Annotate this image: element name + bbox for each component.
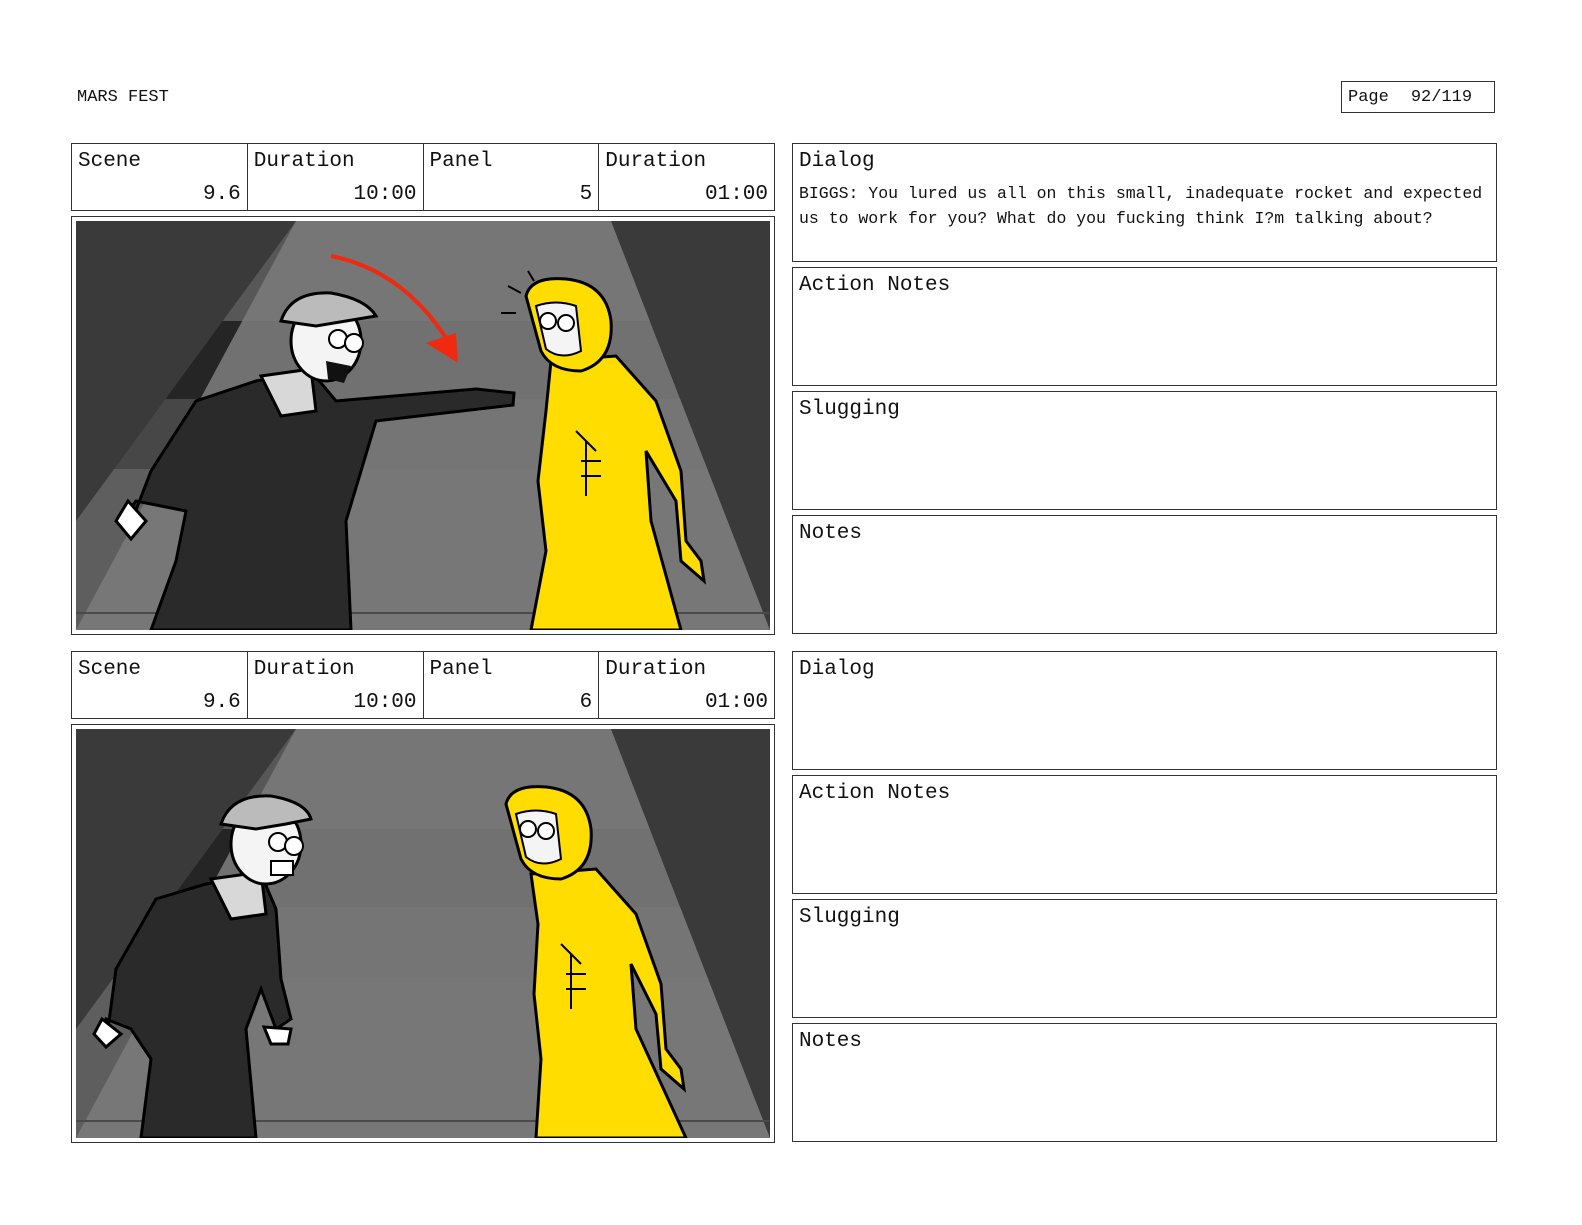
action-notes-label: Action Notes <box>799 782 951 805</box>
scene-value: 9.6 <box>202 183 241 206</box>
scene-cell: Scene 9.6 <box>72 652 248 718</box>
scene-value: 9.6 <box>202 691 241 714</box>
panel-cell: Panel 5 <box>424 144 600 210</box>
panel-duration-label: Duration <box>605 658 707 681</box>
dialog-label: Dialog <box>799 658 875 681</box>
slugging-box: Slugging <box>792 899 1497 1018</box>
notes-label: Notes <box>799 1030 863 1053</box>
scene-duration-cell: Duration 10:00 <box>248 652 424 718</box>
panel-duration-label: Duration <box>605 150 707 173</box>
panel-value: 5 <box>579 183 593 206</box>
panel-label: Panel <box>429 150 493 173</box>
dialog-label: Dialog <box>799 150 875 173</box>
panel-duration-value: 01:00 <box>704 183 768 206</box>
page-number: 92/119 <box>1410 87 1473 107</box>
page-label: Page <box>1348 87 1389 107</box>
project-title: MARS FEST <box>77 88 169 107</box>
dialog-box: Dialog <box>792 651 1497 770</box>
notes-label: Notes <box>799 522 863 545</box>
scene-duration-value: 10:00 <box>353 691 417 714</box>
slugging-label: Slugging <box>799 398 900 421</box>
scene-label: Scene <box>78 150 142 173</box>
scene-duration-value: 10:00 <box>353 183 417 206</box>
panel-info-row: Scene 9.6 Duration 10:00 Panel 6 Duratio… <box>71 651 775 719</box>
panel-frame <box>71 216 775 635</box>
scene-duration-label: Duration <box>253 658 355 681</box>
scene-label: Scene <box>78 658 142 681</box>
notes-box: Notes <box>792 515 1497 634</box>
panel-frame <box>71 724 775 1143</box>
panel-label: Panel <box>429 658 493 681</box>
scene-cell: Scene 9.6 <box>72 144 248 210</box>
panel-info-row: Scene 9.6 Duration 10:00 Panel 5 Duratio… <box>71 143 775 211</box>
scene-duration-cell: Duration 10:00 <box>248 144 424 210</box>
action-notes-label: Action Notes <box>799 274 951 297</box>
slugging-label: Slugging <box>799 906 900 929</box>
panel-cell: Panel 6 <box>424 652 600 718</box>
panel-duration-value: 01:00 <box>704 691 768 714</box>
dialog-text: BIGGS: You lured us all on this small, i… <box>799 184 1483 228</box>
panel-drawing <box>76 729 770 1138</box>
panel-duration-cell: Duration 01:00 <box>599 652 774 718</box>
slugging-box: Slugging <box>792 391 1497 510</box>
panel-duration-cell: Duration 01:00 <box>599 144 774 210</box>
notes-box: Notes <box>792 1023 1497 1142</box>
storyboard-panel-2: Scene 9.6 Duration 10:00 Panel 6 Duratio… <box>71 651 1497 1143</box>
storyboard-panel-1: Scene 9.6 Duration 10:00 Panel 5 Duratio… <box>71 143 1497 635</box>
panel-value: 6 <box>579 691 593 714</box>
scene-duration-label: Duration <box>253 150 355 173</box>
page-indicator: Page 92/119 <box>1341 81 1495 113</box>
panel-drawing <box>76 221 770 630</box>
action-notes-box: Action Notes <box>792 267 1497 386</box>
dialog-box: Dialog BIGGS: You lured us all on this s… <box>792 143 1497 262</box>
action-notes-box: Action Notes <box>792 775 1497 894</box>
